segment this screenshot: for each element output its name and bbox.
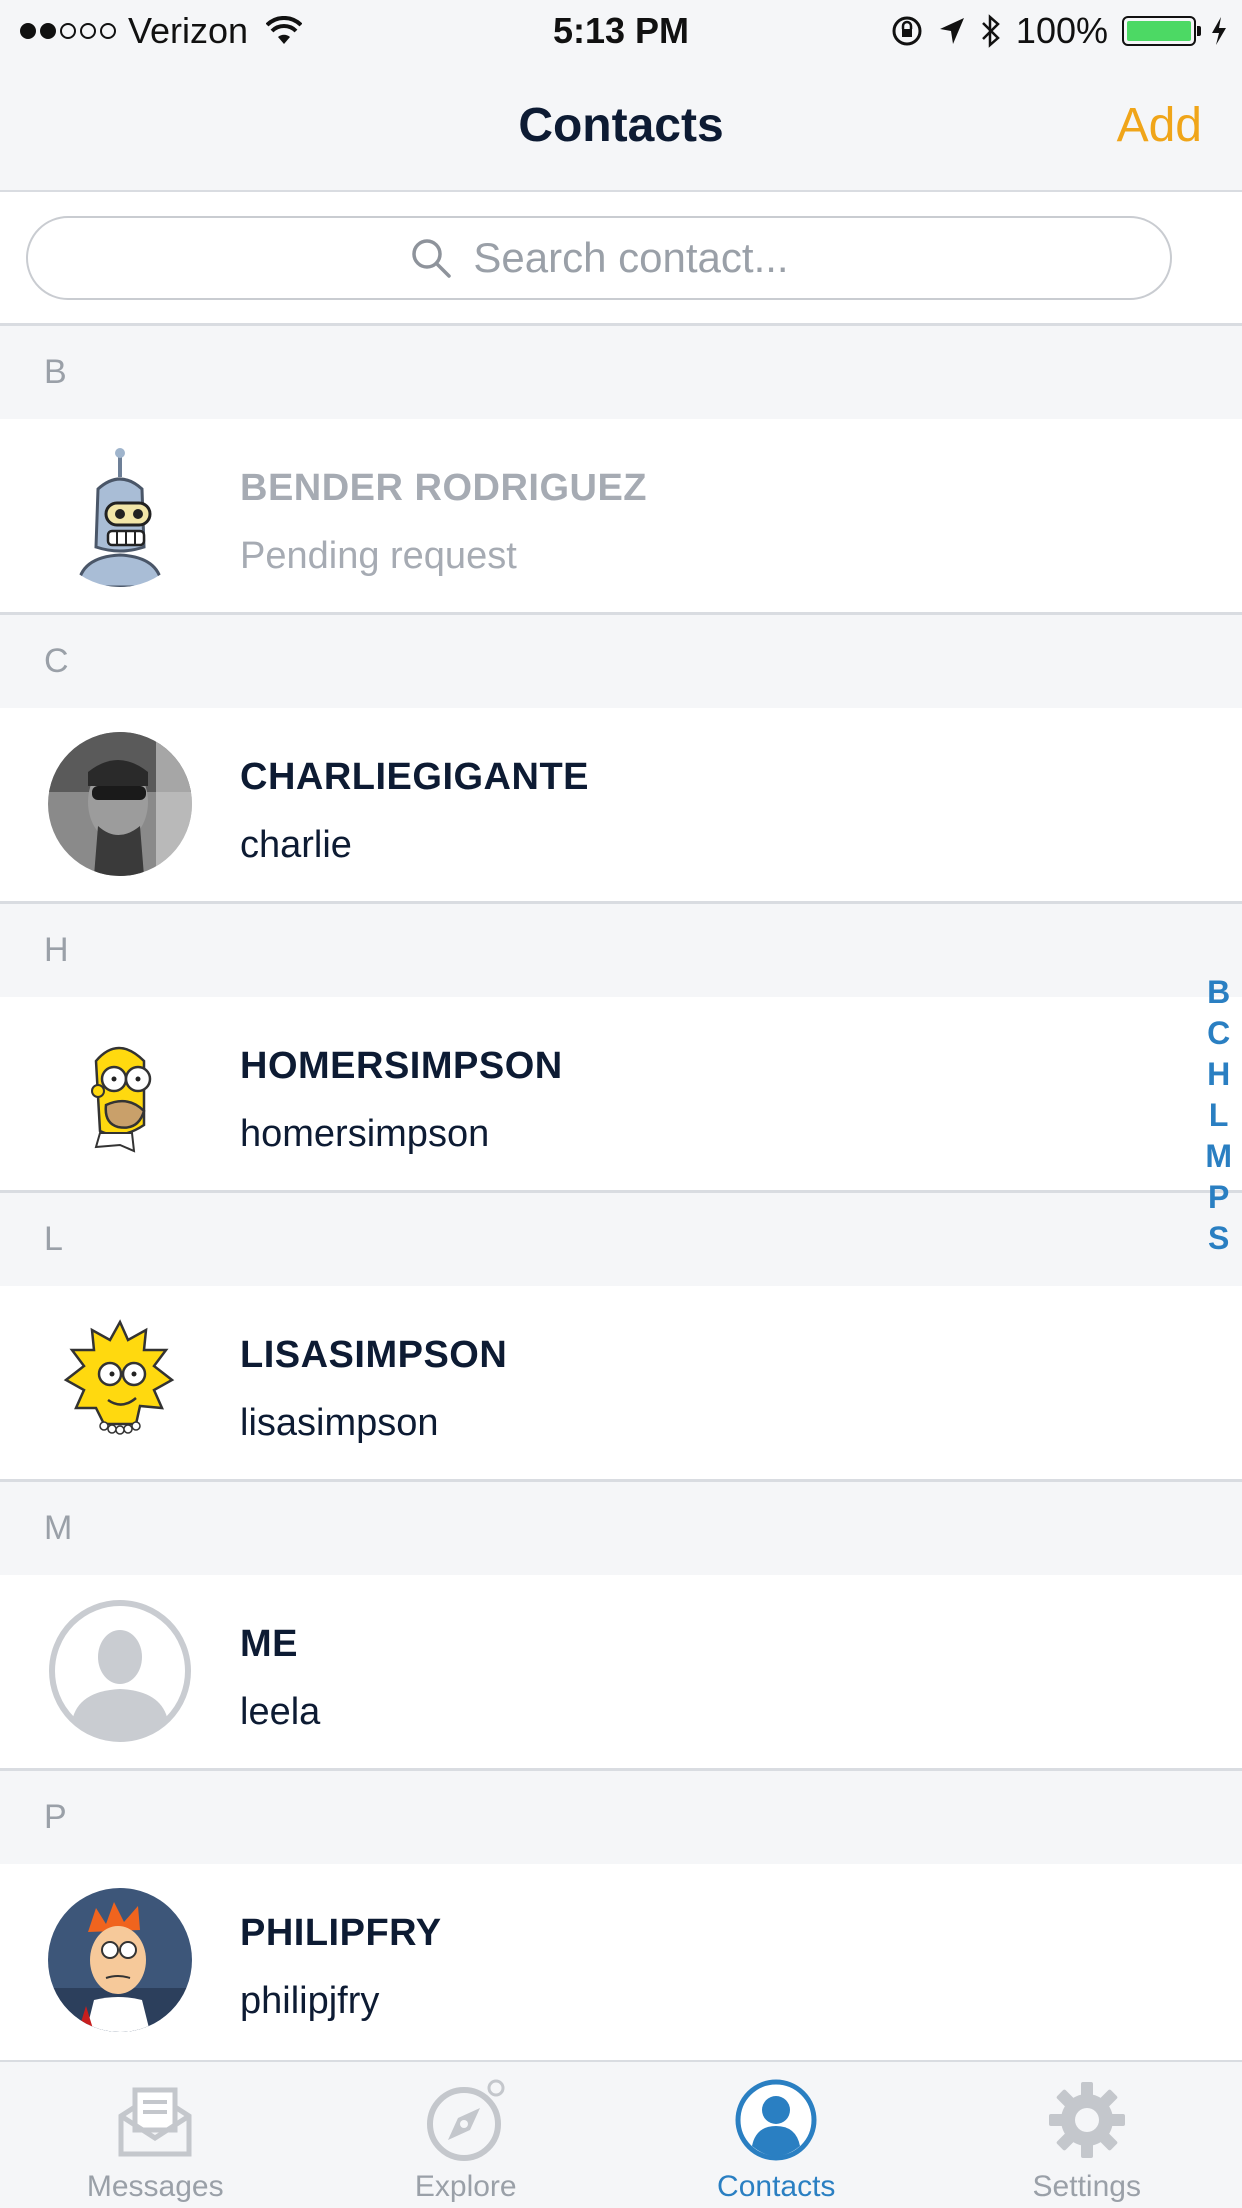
contact-username: homersimpson (240, 1113, 490, 1155)
index-letter-l[interactable]: L (1209, 1095, 1229, 1136)
tab-label-contacts: Contacts (717, 2170, 836, 2203)
add-contact-button[interactable]: Add (1117, 98, 1202, 153)
contact-name: PHILIPFRY (240, 1912, 442, 1954)
section-index[interactable]: B C H L M P S (1205, 972, 1232, 1259)
contact-username: philipjfry (240, 1980, 380, 2022)
contact-username: lisasimpson (240, 1402, 439, 1444)
contact-name: BENDER RODRIGUEZ (240, 467, 648, 509)
bluetooth-icon (982, 14, 1000, 48)
tab-bar: Messages Explore Contacts Settings (0, 2060, 1242, 2208)
index-letter-s[interactable]: S (1208, 1218, 1229, 1259)
contact-status: Pending request (240, 535, 517, 577)
contact-row-charlie[interactable]: CHARLIEGIGANTE charlie (0, 708, 1242, 904)
gear-icon (1048, 2082, 1125, 2158)
contact-name: CHARLIEGIGANTE (240, 756, 589, 798)
section-header-m: M (0, 1482, 1242, 1575)
contact-row-homer[interactable]: HOMERSIMPSON homersimpson (0, 997, 1242, 1193)
charging-icon (1212, 17, 1226, 45)
location-icon (939, 18, 964, 44)
avatar-fry (48, 1888, 192, 2032)
contact-name: LISASIMPSON (240, 1334, 508, 1376)
section-header-c: C (0, 615, 1242, 708)
tab-settings[interactable]: Settings (932, 2062, 1242, 2208)
compass-icon (426, 2079, 505, 2161)
tab-label-explore: Explore (414, 2170, 517, 2203)
avatar-lisa (48, 1310, 192, 1454)
contact-row-lisa[interactable]: LISASIMPSON lisasimpson (0, 1286, 1242, 1482)
index-letter-b[interactable]: B (1207, 972, 1230, 1013)
contact-name: ME (240, 1623, 298, 1665)
contact-row-bender[interactable]: BENDER RODRIGUEZ Pending request (0, 419, 1242, 615)
index-letter-c[interactable]: C (1207, 1013, 1230, 1054)
page-title: Contacts (518, 99, 724, 152)
section-header-p: P (0, 1771, 1242, 1864)
avatar-placeholder-icon (48, 1599, 192, 1743)
nav-bar: Contacts Add (0, 62, 1242, 192)
tab-messages[interactable]: Messages (0, 2062, 311, 2208)
tab-explore[interactable]: Explore (311, 2062, 622, 2208)
status-bar: Verizon 5:13 PM 100% (0, 0, 1242, 62)
contact-row-fry[interactable]: PHILIPFRY philipjfry (0, 1864, 1242, 2060)
battery-icon (1122, 16, 1201, 46)
search-area: Search contact... (0, 192, 1242, 326)
avatar-bender (48, 443, 192, 587)
rotation-lock-icon (892, 16, 922, 46)
tab-contacts[interactable]: Contacts (621, 2062, 932, 2208)
search-icon (412, 239, 452, 278)
person-icon (735, 2079, 817, 2161)
tab-label-messages: Messages (86, 2170, 224, 2203)
index-letter-p[interactable]: P (1208, 1177, 1229, 1218)
search-placeholder: Search contact... (473, 234, 789, 281)
battery-percent: 100% (1015, 10, 1108, 51)
contact-name: HOMERSIMPSON (240, 1045, 563, 1087)
contact-list: B BENDER RODRIGUEZ Pending request C CHA… (0, 326, 1242, 2060)
contact-username: charlie (240, 824, 352, 866)
avatar-charlie (48, 732, 192, 876)
search-input[interactable]: Search contact... (26, 216, 1172, 300)
index-letter-h[interactable]: H (1207, 1054, 1230, 1095)
avatar-homer (48, 1021, 192, 1165)
index-letter-m[interactable]: M (1205, 1136, 1232, 1177)
tab-label-settings: Settings (1032, 2170, 1141, 2203)
section-header-l: L (0, 1193, 1242, 1286)
section-header-h: H (0, 904, 1242, 997)
envelope-icon (118, 2087, 192, 2157)
status-right: 100% (890, 10, 1228, 52)
section-header-b: B (0, 326, 1242, 419)
contact-row-me[interactable]: ME leela (0, 1575, 1242, 1771)
contact-username: leela (240, 1691, 321, 1733)
